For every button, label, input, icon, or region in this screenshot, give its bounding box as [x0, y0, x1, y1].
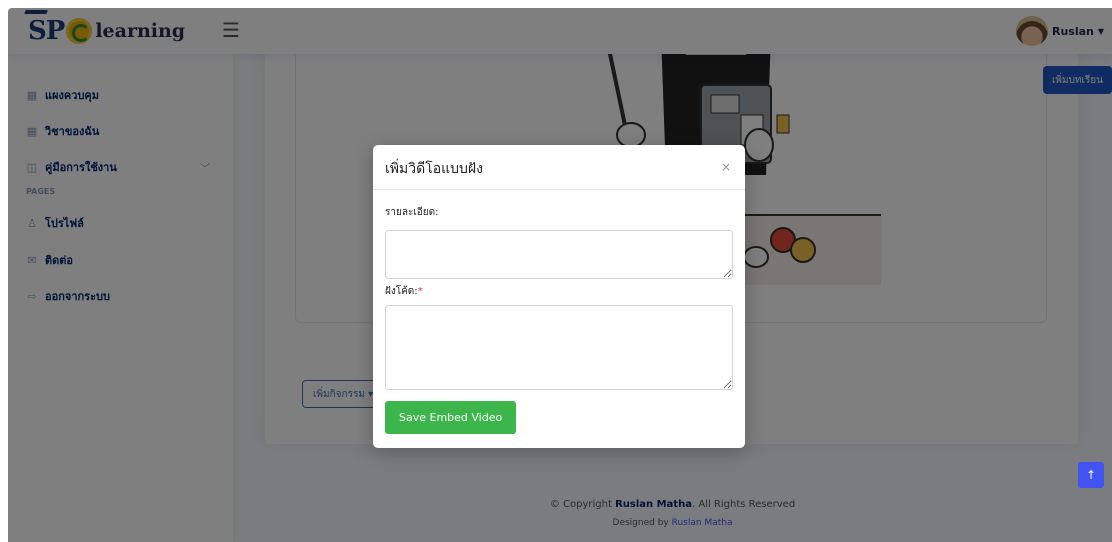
detail-label: รายละเอียด:	[385, 207, 439, 218]
back-to-top-button[interactable]: ↑	[1078, 462, 1104, 488]
embed-code-label: ฝังโค้ด:*	[385, 286, 423, 297]
app-window: SP learning ☰ Ruslan ▼ ▦ แผงควบคุม ▦ วิช…	[8, 8, 1112, 542]
modal-header: เพิ่มวิดีโอแบบฝัง ×	[373, 145, 745, 190]
save-embed-video-button[interactable]: Save Embed Video	[385, 401, 517, 434]
modal-body: รายละเอียด: ฝังโค้ด:* Save Embed Video	[385, 205, 733, 434]
modal-title: เพิ่มวิดีโอแบบฝัง	[385, 161, 483, 177]
arrow-up-icon: ↑	[1085, 468, 1097, 482]
required-mark: *	[417, 286, 423, 297]
embed-code-textarea[interactable]	[385, 305, 733, 390]
detail-textarea[interactable]	[385, 230, 733, 279]
embed-video-modal: เพิ่มวิดีโอแบบฝัง × รายละเอียด: ฝังโค้ด:…	[373, 145, 745, 448]
close-icon[interactable]: ×	[721, 160, 731, 174]
